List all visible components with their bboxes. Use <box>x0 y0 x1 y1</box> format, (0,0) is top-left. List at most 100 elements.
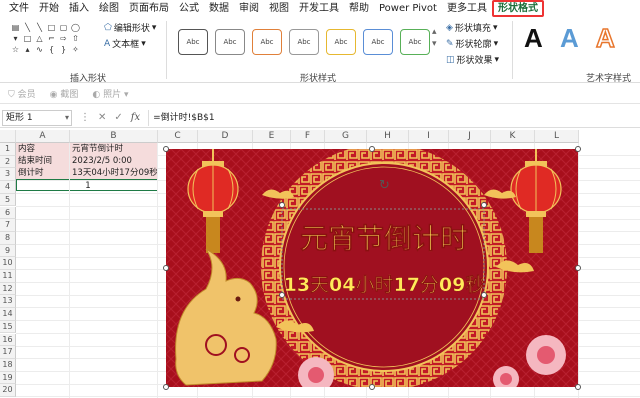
curve-shape-icon[interactable]: ∿ <box>34 45 45 55</box>
column-header[interactable]: H <box>367 130 409 143</box>
row-header[interactable]: 15 <box>0 320 16 334</box>
menu-item[interactable]: 审阅 <box>234 0 264 17</box>
row-header[interactable]: 19 <box>0 371 16 385</box>
wordart-style-orange[interactable]: A <box>595 22 615 54</box>
shape-style-4[interactable]: Abc <box>289 29 319 55</box>
triangle-shape-icon[interactable]: △ <box>34 34 45 44</box>
text-resize-handle[interactable] <box>481 202 487 208</box>
menu-item[interactable]: 数据 <box>204 0 234 17</box>
resize-handle[interactable] <box>369 146 375 152</box>
column-header[interactable]: L <box>535 130 579 143</box>
rotate-handle-icon[interactable]: ↻ <box>379 178 390 193</box>
menu-item[interactable]: 开发工具 <box>294 0 344 17</box>
column-header[interactable]: I <box>409 130 449 143</box>
qat-item[interactable]: ◐ 照片 ▾ <box>92 87 128 100</box>
text-resize-handle[interactable] <box>481 292 487 298</box>
shape-style-5[interactable]: Abc <box>326 29 356 55</box>
row-header[interactable]: 3 <box>0 168 16 182</box>
edit-shape-button[interactable]: ⬠ 编辑形状 ▾ <box>104 21 156 35</box>
rect-shape-icon[interactable]: □ <box>46 23 57 33</box>
row-header[interactable]: 4 <box>0 181 16 194</box>
resize-handle[interactable] <box>575 384 581 390</box>
scroll-icon[interactable]: ▴ <box>22 45 33 55</box>
menu-item[interactable]: 更多工具 <box>442 0 492 17</box>
menu-item[interactable]: 公式 <box>174 0 204 17</box>
row-header[interactable]: 13 <box>0 295 16 309</box>
shape-style-3[interactable]: Abc <box>252 29 282 55</box>
shape-style-6[interactable]: Abc <box>363 29 393 55</box>
shape-style-2[interactable]: Abc <box>215 29 245 55</box>
cell-a1[interactable]: 内容 <box>16 143 70 155</box>
wordart-style-black[interactable]: A <box>524 23 543 54</box>
row-header[interactable]: 12 <box>0 282 16 296</box>
row-header[interactable]: 10 <box>0 257 16 270</box>
resize-handle[interactable] <box>163 265 169 271</box>
arrow-shape-icon[interactable]: ⇨ <box>58 34 69 44</box>
star-shape-icon[interactable]: ☆ <box>10 45 21 55</box>
cancel-icon[interactable]: ✕ <box>98 112 106 123</box>
row-header[interactable]: 1 <box>0 143 16 156</box>
bracket-shape-icon[interactable]: ⌐ <box>46 34 57 44</box>
column-header[interactable]: K <box>491 130 535 143</box>
menu-item[interactable]: 文件 <box>4 0 34 17</box>
star-shape-icon[interactable]: ✧ <box>70 45 81 55</box>
rounded-rect-icon[interactable]: ▢ <box>58 23 69 33</box>
shapes-gallery[interactable]: ▤ ╲ ╲ □ ▢ ◯ ▾ □ △ ⌐ ⇨ ⇧ ☆ ▴ ∿ { } ✧ <box>10 23 90 55</box>
text-resize-handle[interactable] <box>279 292 285 298</box>
column-header[interactable]: F <box>291 130 325 143</box>
shape-effects-button[interactable]: ◫ 形状效果 ▾ <box>446 53 499 67</box>
text-resize-handle[interactable] <box>279 202 285 208</box>
line-shape-icon[interactable]: ╲ <box>34 23 45 33</box>
style-scroll-down-button[interactable]: ▾ <box>432 39 437 49</box>
row-header[interactable]: 14 <box>0 308 16 321</box>
menu-item[interactable]: 绘图 <box>94 0 124 17</box>
cell-b2[interactable]: 2023/2/5 0:00 <box>70 155 158 167</box>
name-box[interactable]: 矩形 1 ▾ <box>2 109 72 126</box>
shape-style-1[interactable]: Abc <box>178 29 208 55</box>
resize-handle[interactable] <box>575 146 581 152</box>
row-header[interactable]: 20 <box>0 384 16 397</box>
column-header[interactable]: J <box>449 130 491 143</box>
resize-handle[interactable] <box>163 146 169 152</box>
menu-item[interactable]: 插入 <box>64 0 94 17</box>
more-shapes-icon[interactable]: ▾ <box>10 34 21 44</box>
wordart-style-blue[interactable]: A <box>560 23 579 54</box>
menu-item[interactable]: 页面布局 <box>124 0 174 17</box>
brace-shape-icon[interactable]: } <box>58 45 69 55</box>
row-header[interactable]: 5 <box>0 193 16 207</box>
menu-item[interactable]: 开始 <box>34 0 64 17</box>
column-header[interactable]: E <box>253 130 291 143</box>
menu-item[interactable]: 形状格式 <box>491 0 544 17</box>
menu-item[interactable]: Power Pivot <box>374 0 442 17</box>
shape-style-7[interactable]: Abc <box>400 29 430 55</box>
row-header[interactable]: 9 <box>0 244 16 258</box>
formula-input[interactable]: =倒计时!$B$1 <box>148 109 640 126</box>
shape-fill-button[interactable]: ◈ 形状填充 ▾ <box>446 21 497 35</box>
menu-item[interactable]: 帮助 <box>344 0 374 17</box>
style-scroll-up-button[interactable]: ▴ <box>432 27 437 37</box>
menu-item[interactable]: 视图 <box>264 0 294 17</box>
brace-shape-icon[interactable]: { <box>46 45 57 55</box>
cell-a2[interactable]: 结束时间 <box>16 155 70 167</box>
countdown-poster-shape[interactable]: 元宵节倒计时 13天04小时17分09秒 <box>166 149 578 387</box>
shape-outline-button[interactable]: ✎ 形状轮廓 ▾ <box>446 37 498 51</box>
insert-function-icon[interactable]: fx <box>131 112 140 123</box>
line-shape-icon[interactable]: ╲ <box>22 23 33 33</box>
row-header[interactable]: 17 <box>0 346 16 359</box>
column-header[interactable]: D <box>198 130 253 143</box>
row-header[interactable]: 8 <box>0 231 16 245</box>
resize-handle[interactable] <box>575 265 581 271</box>
resize-handle[interactable] <box>369 384 375 390</box>
row-header[interactable]: 18 <box>0 358 16 372</box>
cell-b1[interactable]: 元宵节倒计时 <box>70 143 158 155</box>
column-header[interactable]: G <box>325 130 367 143</box>
textbox-button[interactable]: A 文本框 ▾ <box>104 37 146 51</box>
cell-a3[interactable]: 倒计时 <box>16 167 70 179</box>
arrow-shape-icon[interactable]: ⇧ <box>70 34 81 44</box>
ellipse-shape-icon[interactable]: ◯ <box>70 23 81 33</box>
select-all-corner[interactable] <box>0 130 16 143</box>
confirm-icon[interactable]: ✓ <box>114 112 122 123</box>
row-header[interactable]: 11 <box>0 270 16 283</box>
row-header[interactable]: 6 <box>0 206 16 220</box>
qat-item[interactable]: ⛉ 会员 <box>8 87 36 100</box>
